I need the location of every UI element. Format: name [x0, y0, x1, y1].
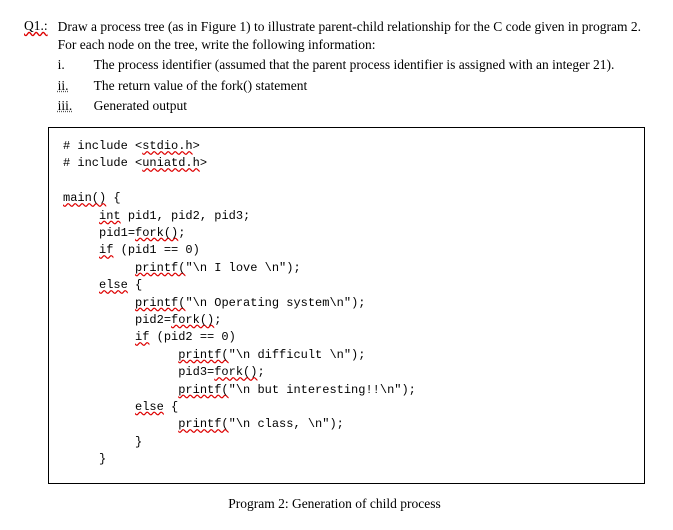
code-line: else { — [63, 278, 142, 292]
question-label: Q1.: — [24, 18, 48, 34]
code-line: } — [63, 452, 106, 466]
list-item: ii. The return value of the fork() state… — [58, 77, 645, 95]
code-line: else { — [63, 400, 178, 414]
code-line: # include <stdio.h> — [63, 139, 200, 153]
code-line: printf("\n class, \n"); — [63, 417, 344, 431]
item-text: Generated output — [94, 97, 187, 115]
list-item: i. The process identifier (assumed that … — [58, 56, 645, 74]
list-item: iii. Generated output — [58, 97, 645, 115]
question-body: Draw a process tree (as in Figure 1) to … — [58, 18, 645, 115]
bullet: i. — [58, 56, 94, 74]
code-line: printf("\n but interesting!!\n"); — [63, 383, 416, 397]
code-line: pid3=fork(); — [63, 365, 265, 379]
code-block: # include <stdio.h> # include <uniatd.h>… — [48, 127, 645, 483]
code-caption: Program 2: Generation of child process — [24, 496, 645, 512]
item-text: The process identifier (assumed that the… — [94, 56, 615, 74]
code-line: } — [63, 435, 142, 449]
code-line: printf("\n difficult \n"); — [63, 348, 365, 362]
code-line: pid2=fork(); — [63, 313, 221, 327]
bullet: ii. — [58, 77, 94, 95]
item-text: The return value of the fork() statement — [94, 77, 308, 95]
question-block: Q1.: Draw a process tree (as in Figure 1… — [24, 18, 645, 115]
code-line: printf("\n Operating system\n"); — [63, 296, 365, 310]
code-line: int pid1, pid2, pid3; — [63, 209, 250, 223]
question-text: Draw a process tree (as in Figure 1) to … — [58, 19, 641, 52]
question-sublist: i. The process identifier (assumed that … — [58, 56, 645, 115]
code-line: # include <uniatd.h> — [63, 156, 207, 170]
code-line: pid1=fork(); — [63, 226, 185, 240]
code-line: if (pid2 == 0) — [63, 330, 236, 344]
code-line: printf("\n I love \n"); — [63, 261, 301, 275]
bullet: iii. — [58, 97, 94, 115]
code-line: main() { — [63, 191, 121, 205]
code-line: if (pid1 == 0) — [63, 243, 200, 257]
